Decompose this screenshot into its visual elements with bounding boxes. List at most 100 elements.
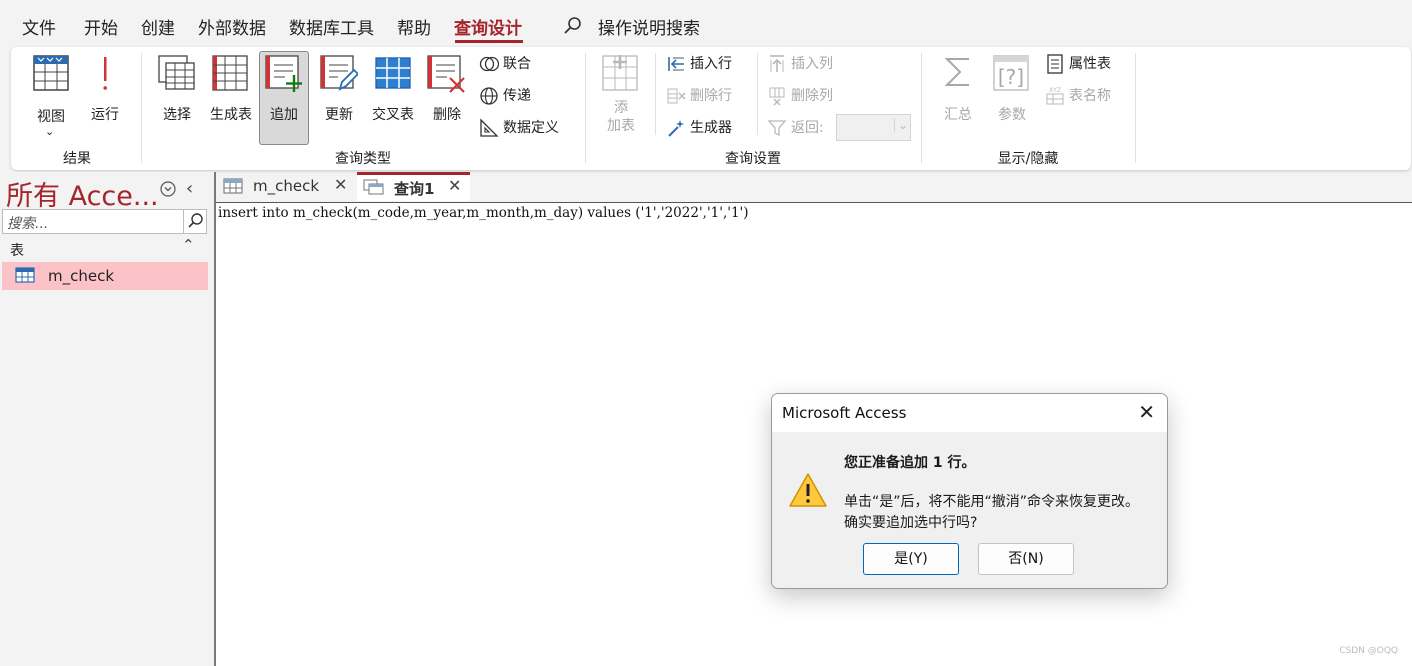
menu-create[interactable]: 创建 [141, 14, 175, 39]
union-icon [479, 56, 500, 72]
menu-help[interactable]: 帮助 [397, 14, 431, 39]
magic-wand-icon [668, 120, 684, 137]
search-placeholder: 搜索... [7, 216, 49, 232]
svg-text:XYZ: XYZ [1049, 87, 1061, 94]
insert-rows-icon [668, 57, 684, 71]
search-icon[interactable] [563, 16, 583, 40]
sql-text[interactable]: insert into m_check(m_code,m_year,m_mont… [218, 205, 749, 221]
delete-query-icon [427, 55, 465, 93]
delete-rows-button[interactable]: 删除行 [666, 84, 732, 108]
return-label: 返回: [767, 116, 824, 140]
pass-through-query-button[interactable]: 传递 [479, 84, 531, 108]
delete-columns-button[interactable]: 删除列 [767, 84, 833, 108]
navigation-pane: 所有 Acce... ‹ 搜索... 表 ⌃ m_check [0, 172, 214, 666]
document-tabs: m_check ✕ 查询1 ✕ [216, 172, 1412, 202]
builder-button[interactable]: 生成器 [666, 116, 732, 140]
search-icon [188, 213, 203, 228]
nav-menu-dropdown-icon[interactable] [160, 181, 176, 201]
group-separator [585, 53, 586, 163]
view-button[interactable]: 视图 ⌄ [28, 55, 74, 138]
property-sheet-button[interactable]: 属性表 [1045, 52, 1111, 76]
delete-rows-icon [667, 88, 686, 104]
nav-item-m-check[interactable]: m_check [2, 262, 208, 290]
make-table-icon [212, 55, 248, 91]
exclamation-run-icon [103, 57, 107, 90]
append-query-icon [265, 55, 302, 92]
dialog-message-line1: 单击“是”后，将不能用“撤消”命令来恢复更改。 [844, 494, 1140, 510]
group-label-query-type: 查询类型 [335, 151, 391, 167]
menu-external-data[interactable]: 外部数据 [198, 14, 266, 39]
delete-query-button[interactable]: 删除 [424, 55, 470, 135]
tab-m-check[interactable]: m_check ✕ [216, 172, 356, 201]
chevron-down-icon: ⌄ [893, 118, 908, 132]
menu-home[interactable]: 开始 [84, 14, 118, 39]
insert-columns-icon [770, 55, 784, 72]
union-query-button[interactable]: 联合 [479, 52, 531, 76]
watermark: CSDN @OQQ [1339, 646, 1398, 656]
globe-icon [480, 87, 498, 105]
nav-search-input[interactable]: 搜索... [2, 209, 207, 234]
menu-query-design[interactable]: 查询设计 [454, 14, 522, 39]
insert-rows-button[interactable]: 插入行 [666, 52, 732, 76]
chevron-down-icon: ⌄ [45, 125, 55, 138]
update-query-button[interactable]: 更新 [316, 55, 362, 135]
tell-me-search[interactable]: 操作说明搜索 [598, 14, 700, 39]
sigma-icon [944, 58, 969, 86]
yes-button[interactable]: 是(Y) [863, 543, 959, 575]
table-names-icon: XYZ [1046, 87, 1064, 105]
run-button[interactable]: 运行 [85, 55, 125, 135]
parameters-icon: [?] [993, 55, 1029, 91]
property-sheet-icon [1047, 54, 1063, 74]
funnel-icon [767, 120, 787, 137]
make-table-button[interactable]: 生成表 [206, 55, 256, 135]
update-query-icon [320, 55, 358, 91]
dialog-titlebar[interactable]: Microsoft Access ✕ [772, 394, 1167, 432]
dialog-title: Microsoft Access [782, 404, 907, 422]
group-separator [141, 53, 142, 163]
group-separator [921, 53, 922, 163]
dialog-main-instruction: 您正准备追加 1 行。 [844, 455, 976, 471]
data-definition-query-button[interactable]: 数据定义 [479, 116, 559, 140]
parameters-button[interactable]: [?] 参数 [989, 55, 1035, 135]
select-query-icon [158, 55, 195, 90]
chevron-up-icon[interactable]: ⌃ [182, 236, 195, 254]
crosstab-query-button[interactable]: 交叉表 [368, 55, 418, 135]
dialog-message-line2: 确实要追加选中行吗? [844, 515, 978, 531]
group-label-query-setup: 查询设置 [725, 151, 781, 167]
menu-database-tools[interactable]: 数据库工具 [289, 14, 374, 39]
subgroup-separator [655, 53, 656, 135]
tab-query1[interactable]: 查询1 ✕ [357, 172, 470, 201]
close-icon[interactable]: ✕ [1138, 400, 1155, 424]
ribbon: 视图 ⌄ 运行 结果 选择 生成表 追加 更新 交叉表 删除 联合 传递 数据定… [11, 47, 1411, 170]
add-table-icon [602, 55, 638, 91]
totals-button[interactable]: 汇总 [936, 55, 980, 135]
group-separator [1135, 53, 1136, 163]
insert-columns-button[interactable]: 插入列 [767, 52, 833, 76]
add-table-button[interactable]: 添 加表 [598, 55, 644, 135]
menu-file[interactable]: 文件 [22, 14, 56, 39]
table-icon [15, 267, 35, 283]
shutter-bar-close-icon[interactable]: ‹ [186, 178, 193, 199]
group-label-show-hide: 显示/隐藏 [997, 151, 1059, 167]
query-icon [363, 179, 384, 195]
warning-icon [789, 473, 827, 507]
nav-section-tables[interactable]: 表 [10, 240, 24, 260]
triangle-ruler-icon [480, 118, 499, 137]
close-tab-icon[interactable]: ✕ [334, 175, 347, 194]
no-button[interactable]: 否(N) [978, 543, 1074, 575]
return-top-values-dropdown[interactable]: ⌄ [836, 114, 911, 141]
svg-text:[?]: [?] [998, 65, 1024, 89]
delete-columns-icon [769, 87, 785, 106]
crosstab-icon [375, 57, 411, 89]
menu-bar: 文件 开始 创建 外部数据 数据库工具 帮助 查询设计 操作说明搜索 [0, 0, 1412, 46]
nav-item-label: m_check [48, 267, 115, 285]
close-tab-icon[interactable]: ✕ [448, 176, 461, 195]
append-query-button[interactable]: 追加 [259, 55, 309, 135]
table-icon [223, 178, 243, 194]
search-button[interactable] [183, 210, 206, 233]
select-query-button[interactable]: 选择 [156, 55, 198, 135]
nav-pane-title[interactable]: 所有 Acce... [6, 174, 159, 213]
confirm-append-dialog: Microsoft Access ✕ 您正准备追加 1 行。 单击“是”后，将不… [771, 393, 1168, 589]
group-label-results: 结果 [63, 151, 91, 167]
table-names-button[interactable]: XYZ 表名称 [1045, 84, 1111, 108]
